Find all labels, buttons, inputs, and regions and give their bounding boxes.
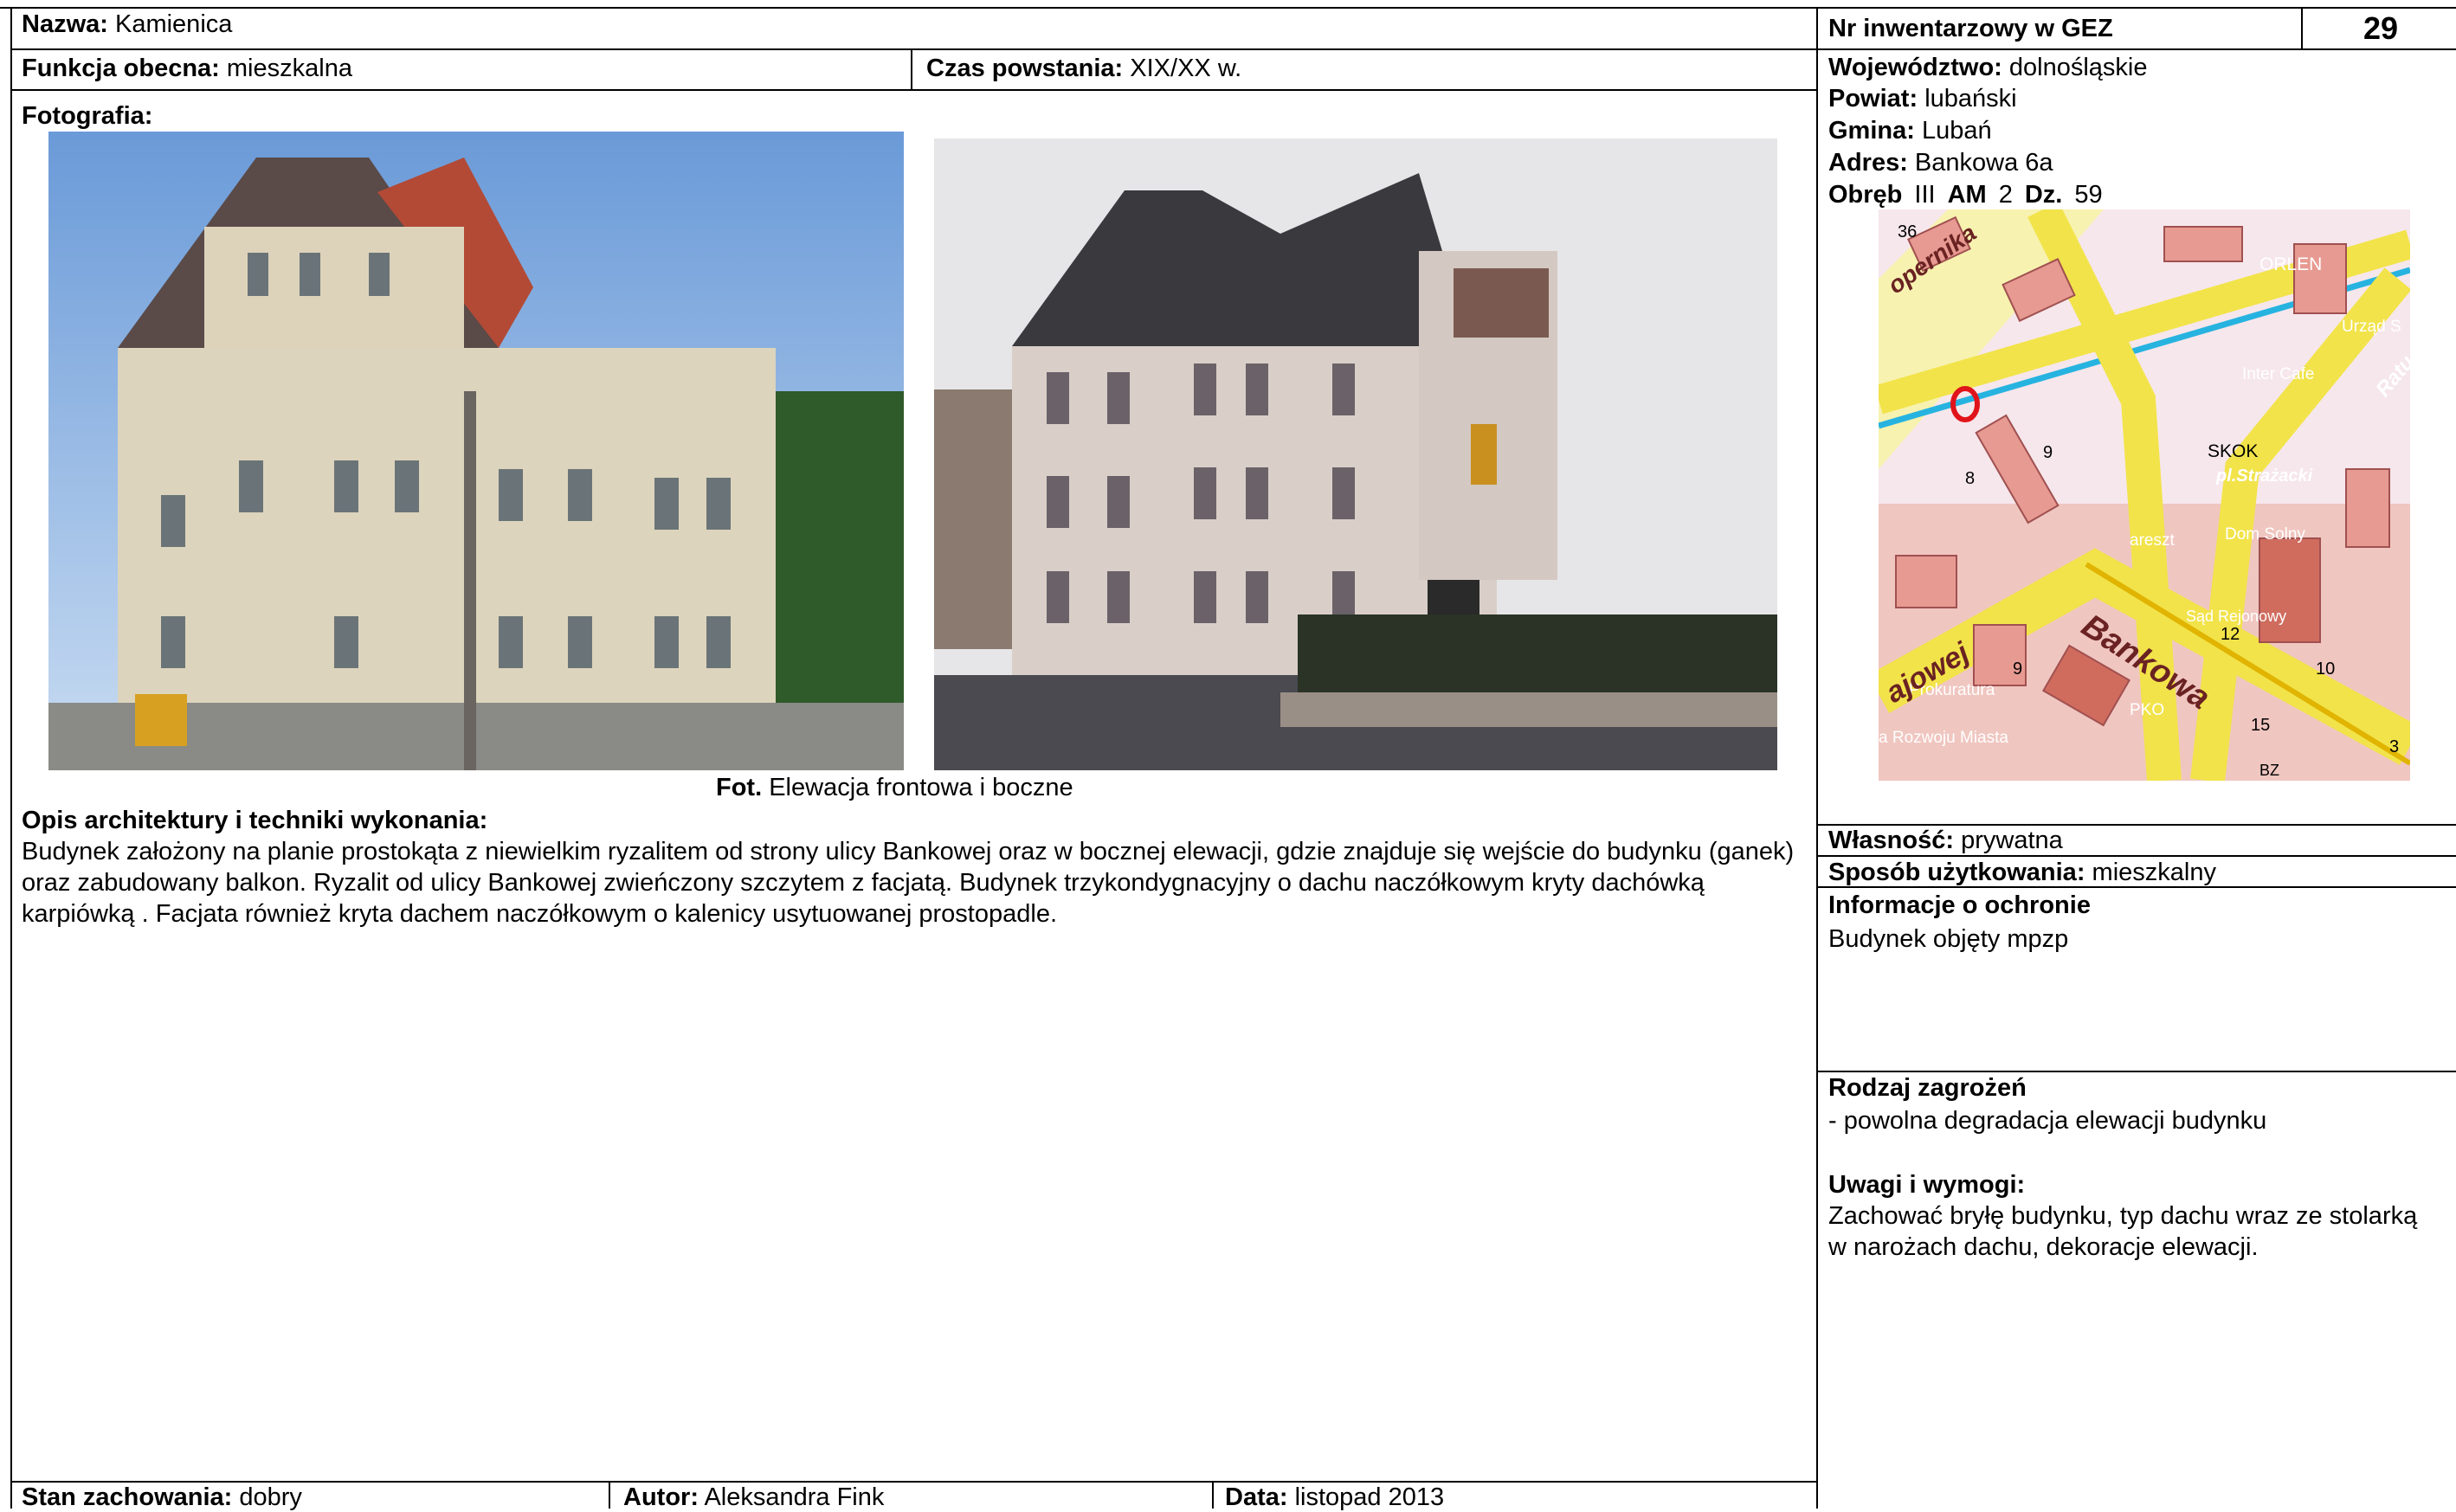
stan-field: Stan zachowania: dobry [22, 1483, 302, 1512]
left-border [10, 7, 12, 1509]
map-label-12: 12 [2221, 625, 2240, 644]
nr-divider [2301, 7, 2303, 48]
main-divider [1816, 7, 1818, 1509]
map-label-8: 8 [1965, 469, 1976, 488]
czas-field: Czas powstania: XIX/XX w. [926, 54, 1241, 83]
row1-bottom-line [10, 48, 2456, 50]
footer-divider-2 [1212, 1481, 1214, 1509]
adres-label: Adres: [1828, 149, 1908, 177]
top-border [0, 7, 2456, 9]
funkcja-label: Funkcja obecna: [22, 55, 220, 82]
data-value: listopad 2013 [1294, 1483, 1445, 1511]
nazwa-value: Kamienica [114, 10, 233, 38]
sposob-field: Sposób użytkowania: mieszkalny [1828, 858, 2216, 887]
location-map: ORLEN Urząd S Inter Cafe SKOK pl.Strażac… [1879, 209, 2410, 781]
adres-value: Bankowa 6a [1914, 149, 2053, 177]
zagrozenia-top-line [1816, 1071, 2456, 1072]
gmina-field: Gmina: Lubań [1828, 116, 1992, 145]
map-label-skok: SKOK [2208, 441, 2259, 461]
powiat-field: Powiat: lubański [1828, 84, 2017, 113]
autor-value: Aleksandra Fink [704, 1483, 885, 1511]
map-label-9b: 9 [2013, 659, 2023, 679]
am-value: 2 [1998, 181, 2013, 209]
photo-side-elevation [934, 138, 1777, 770]
map-label-9a: 9 [2043, 443, 2053, 462]
wojewodztwo-label: Województwo: [1828, 54, 2002, 81]
powiat-value: lubański [1924, 85, 2017, 113]
uwagi-label: Uwagi i wymogi: [1828, 1171, 2026, 1199]
map-label-strazacki: pl.Strażacki [2216, 466, 2313, 486]
map-label-pko: PKO [2130, 701, 2165, 719]
gmina-value: Lubań [1921, 117, 1992, 145]
nazwa-label: Nazwa: [22, 10, 108, 38]
dz-value: 59 [2074, 181, 2103, 209]
ochrona-label: Informacje o ochronie [1828, 891, 2091, 919]
data-field: Data: listopad 2013 [1225, 1483, 1444, 1512]
czas-label: Czas powstania: [926, 55, 1124, 82]
map-label-bz: BZ [2259, 762, 2280, 779]
fotografia-label: Fotografia: [22, 102, 153, 130]
nr-inwentarzowy-value: 29 [2363, 10, 2399, 46]
funkcja-field: Funkcja obecna: mieszkalna [22, 54, 352, 83]
map-label-domsolny: Dom Solny [2225, 525, 2305, 544]
map-label-15: 15 [2251, 716, 2271, 735]
dz-label: Dz. [2024, 181, 2063, 209]
powiat-label: Powiat: [1828, 85, 1918, 113]
wlasnosc-value: prywatna [1961, 827, 2063, 854]
wlasnosc-label: Własność: [1828, 827, 1955, 854]
autor-field: Autor: Aleksandra Fink [623, 1483, 884, 1512]
caption-text: Elewacja frontowa i boczne [769, 774, 1073, 801]
sposob-top-line [1816, 855, 2456, 857]
gmina-label: Gmina: [1828, 117, 1915, 145]
obreb-field: Obręb III AM 2 Dz. 59 [1828, 180, 2103, 209]
photo-side-graphic [934, 138, 1777, 770]
caption-label: Fot. [716, 774, 763, 801]
funkcja-value: mieszkalna [226, 55, 352, 82]
map-label-rozwoju: a Rozwoju Miasta [1879, 729, 2008, 747]
wlasnosc-field: Własność: prywatna [1828, 826, 2063, 855]
zagrozenia-label: Rodzaj zagrożeń [1828, 1074, 2027, 1102]
adres-field: Adres: Bankowa 6a [1828, 148, 2053, 177]
autor-label: Autor: [623, 1483, 699, 1511]
sposob-label: Sposób użytkowania: [1828, 859, 2085, 886]
map-label-urzad: Urząd S [2342, 318, 2401, 336]
map-label-10: 10 [2316, 659, 2336, 679]
map-label-3: 3 [2389, 737, 2400, 756]
czas-divider [911, 48, 912, 89]
czas-value: XIX/XX w. [1130, 55, 1242, 82]
photo-caption: Fot. Elewacja frontowa i boczne [716, 773, 1073, 802]
uwagi-text: Zachować bryłę budynku, typ dachu wraz z… [1828, 1202, 2418, 1261]
zagrozenia-text: - powolna degradacja elewacji budynku [1828, 1107, 2267, 1135]
ochrona-text: Budynek objęty mpzp [1828, 925, 2069, 953]
map-label-36: 36 [1898, 222, 1918, 241]
obreb-value: III [1914, 181, 1936, 209]
opis-text: Budynek założony na planie prostokąta z … [22, 838, 1795, 928]
map-label-areszt: areszt [2130, 531, 2175, 550]
photo-front-elevation [48, 132, 904, 770]
sposob-value: mieszkalny [2092, 859, 2216, 886]
map-label-sad: Sąd Rejonowy [2186, 608, 2287, 625]
am-label: AM [1947, 181, 1987, 209]
row2-bottom-line-left [10, 89, 1816, 91]
data-label: Data: [1225, 1483, 1288, 1511]
map-label-orlen: ORLEN [2259, 254, 2323, 274]
stan-label: Stan zachowania: [22, 1483, 233, 1511]
nr-inwentarzowy-label: Nr inwentarzowy w GEZ [1828, 15, 2113, 42]
opis-label: Opis architektury i techniki wykonania: [22, 807, 488, 834]
footer-divider-1 [609, 1481, 610, 1509]
nazwa-field: Nazwa: Kamienica [22, 10, 232, 39]
wojewodztwo-field: Województwo: dolnośląskie [1828, 53, 2148, 82]
wojewodztwo-value: dolnośląskie [2008, 54, 2148, 81]
stan-value: dobry [239, 1483, 302, 1511]
photo-front-graphic [48, 132, 904, 770]
map-label-intercafe: Inter Cafe [2242, 365, 2315, 383]
obreb-label: Obręb [1828, 181, 1903, 209]
